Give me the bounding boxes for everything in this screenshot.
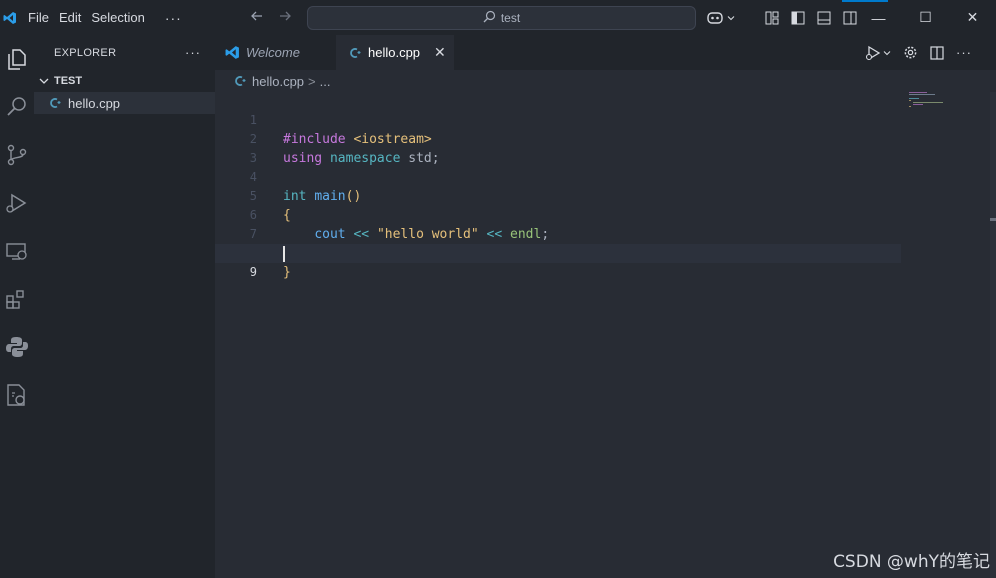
line-number: 9 (249, 265, 257, 279)
toggle-primary-sidebar-icon[interactable] (791, 11, 805, 25)
cpp-file-icon (50, 97, 62, 109)
explorer-sidebar: EXPLORER ··· TEST hello.cpp (34, 35, 215, 578)
tab-hello-cpp[interactable]: hello.cpp ✕ (336, 35, 454, 70)
more-actions-icon[interactable]: ··· (956, 45, 972, 60)
scrollbar-cursor-marker (990, 218, 996, 221)
code-editor[interactable]: 1 #include <iostream> 2 using namespace … (215, 92, 996, 578)
tab-bar: Welcome hello.cpp ✕ ··· (215, 35, 996, 70)
code-line: 1 #include <iostream> (215, 92, 901, 147)
explorer-header: EXPLORER ··· (34, 35, 215, 70)
nav-arrows (250, 0, 292, 35)
command-center-text: test (500, 11, 521, 25)
window-controls: — ☐ ✕ (855, 0, 996, 35)
explorer-title: EXPLORER (54, 46, 117, 59)
activity-bar (0, 35, 34, 578)
watermark: CSDN @whY的笔记 (833, 552, 990, 572)
search-icon (483, 10, 496, 26)
search-view-icon[interactable] (0, 89, 34, 125)
code-line: 7 return 0; (215, 206, 901, 261)
gear-icon[interactable] (903, 45, 918, 60)
menu-selection[interactable]: Selection (91, 0, 153, 35)
close-window-button[interactable]: ✕ (949, 0, 996, 35)
tab-hello-label: hello.cpp (368, 45, 421, 60)
menu-bar: File Edit Selection ··· (28, 0, 182, 35)
text-cursor (283, 246, 285, 262)
toggle-panel-icon[interactable] (817, 11, 831, 25)
run-code-icon[interactable] (865, 45, 891, 61)
file-label: hello.cpp (68, 95, 121, 111)
copilot-icon[interactable] (706, 10, 735, 25)
code-line: 5 { (215, 168, 901, 223)
vertical-scrollbar[interactable] (990, 92, 996, 578)
explorer-more-icon[interactable]: ··· (185, 45, 201, 60)
token: } (283, 265, 291, 280)
folder-test[interactable]: TEST (34, 70, 215, 92)
editor-actions: ··· (865, 35, 972, 70)
minimize-button[interactable]: — (855, 0, 902, 35)
tab-welcome-label: Welcome (246, 45, 300, 60)
breadcrumb: hello.cpp > ... (215, 70, 996, 92)
menu-edit[interactable]: Edit (59, 0, 90, 35)
menu-more-icon[interactable]: ··· (165, 10, 182, 26)
title-bar: File Edit Selection ··· test — ☐ ✕ (0, 0, 996, 35)
back-arrow-icon[interactable] (250, 9, 264, 27)
run-debug-icon[interactable] (0, 185, 34, 221)
forward-arrow-icon[interactable] (278, 9, 292, 27)
cpp-file-icon (235, 75, 247, 87)
code-line: 6 cout << "hello world" << endl; (215, 187, 901, 242)
code-line: 3 (215, 130, 901, 165)
minimap[interactable] (909, 92, 949, 122)
breadcrumb-file[interactable]: hello.cpp (252, 74, 304, 89)
source-control-icon[interactable] (0, 137, 34, 173)
breadcrumb-tail[interactable]: ... (320, 74, 331, 89)
code-line: 2 using namespace std; (215, 111, 901, 166)
breadcrumb-separator: > (308, 73, 316, 89)
title-right-tools (706, 0, 857, 35)
command-center-search[interactable]: test (307, 6, 696, 30)
chevron-down-icon (38, 75, 50, 87)
cmake-tools-icon[interactable] (0, 377, 34, 413)
line-code: } (283, 263, 291, 282)
close-tab-button[interactable]: ✕ (434, 44, 446, 61)
code-line: 8 } (215, 225, 901, 280)
tab-welcome[interactable]: Welcome (215, 35, 335, 70)
maximize-button[interactable]: ☐ (902, 0, 949, 35)
current-code-line: 9 (215, 244, 901, 279)
code-line: 4 int main() (215, 149, 901, 204)
explorer-icon[interactable] (0, 41, 34, 77)
extensions-icon[interactable] (0, 281, 34, 317)
python-icon[interactable] (0, 329, 34, 365)
split-editor-icon[interactable] (930, 45, 944, 60)
menu-file[interactable]: File (28, 0, 58, 35)
folder-label: TEST (54, 75, 83, 87)
customize-layout-icon[interactable] (765, 11, 779, 25)
file-hello-cpp[interactable]: hello.cpp (34, 92, 215, 114)
remote-explorer-icon[interactable] (0, 233, 34, 269)
cpp-file-icon (350, 47, 362, 59)
vscode-logo-icon (0, 0, 20, 35)
vscode-tab-icon (225, 45, 240, 60)
